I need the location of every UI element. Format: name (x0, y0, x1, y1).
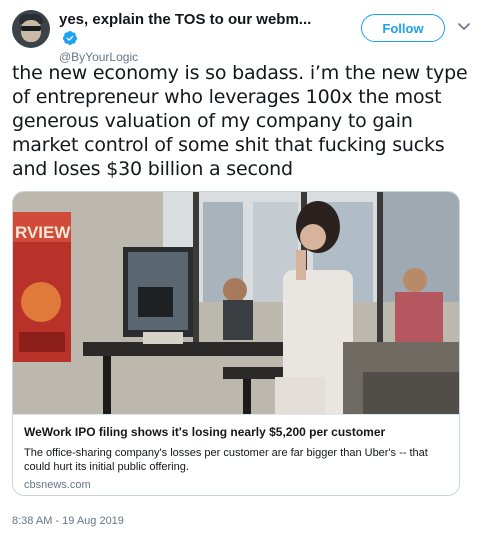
chevron-down-icon[interactable] (458, 22, 470, 32)
poster-text: RVIEW (15, 223, 71, 242)
tweet-text: the new economy is so badass. i’m the ne… (12, 62, 468, 180)
tweet-header: yes, explain the TOS to our webm... @ByY… (12, 10, 472, 64)
avatar-glasses (21, 26, 41, 31)
follow-button[interactable]: Follow (361, 14, 445, 42)
card-domain[interactable]: cbsnews.com (24, 479, 448, 491)
user-names[interactable]: yes, explain the TOS to our webm... @ByY… (59, 11, 319, 64)
avatar-face (21, 20, 41, 42)
card-description: The office-sharing company's losses per … (24, 447, 428, 473)
link-card[interactable]: RVIEW WeWork IPO filing shows it's losin… (12, 191, 460, 496)
office-photo: RVIEW (13, 192, 459, 414)
card-body[interactable]: WeWork IPO filing shows it's losing near… (13, 414, 459, 495)
tweet: yes, explain the TOS to our webm... @ByY… (0, 0, 481, 537)
display-name[interactable]: yes, explain the TOS to our webm... (59, 11, 311, 28)
avatar[interactable] (12, 10, 50, 48)
card-image[interactable]: RVIEW (13, 192, 459, 414)
verified-badge-icon (62, 30, 77, 45)
tweet-timestamp[interactable]: 8:38 AM - 19 Aug 2019 (12, 515, 124, 527)
card-title[interactable]: WeWork IPO filing shows it's losing near… (24, 425, 448, 439)
